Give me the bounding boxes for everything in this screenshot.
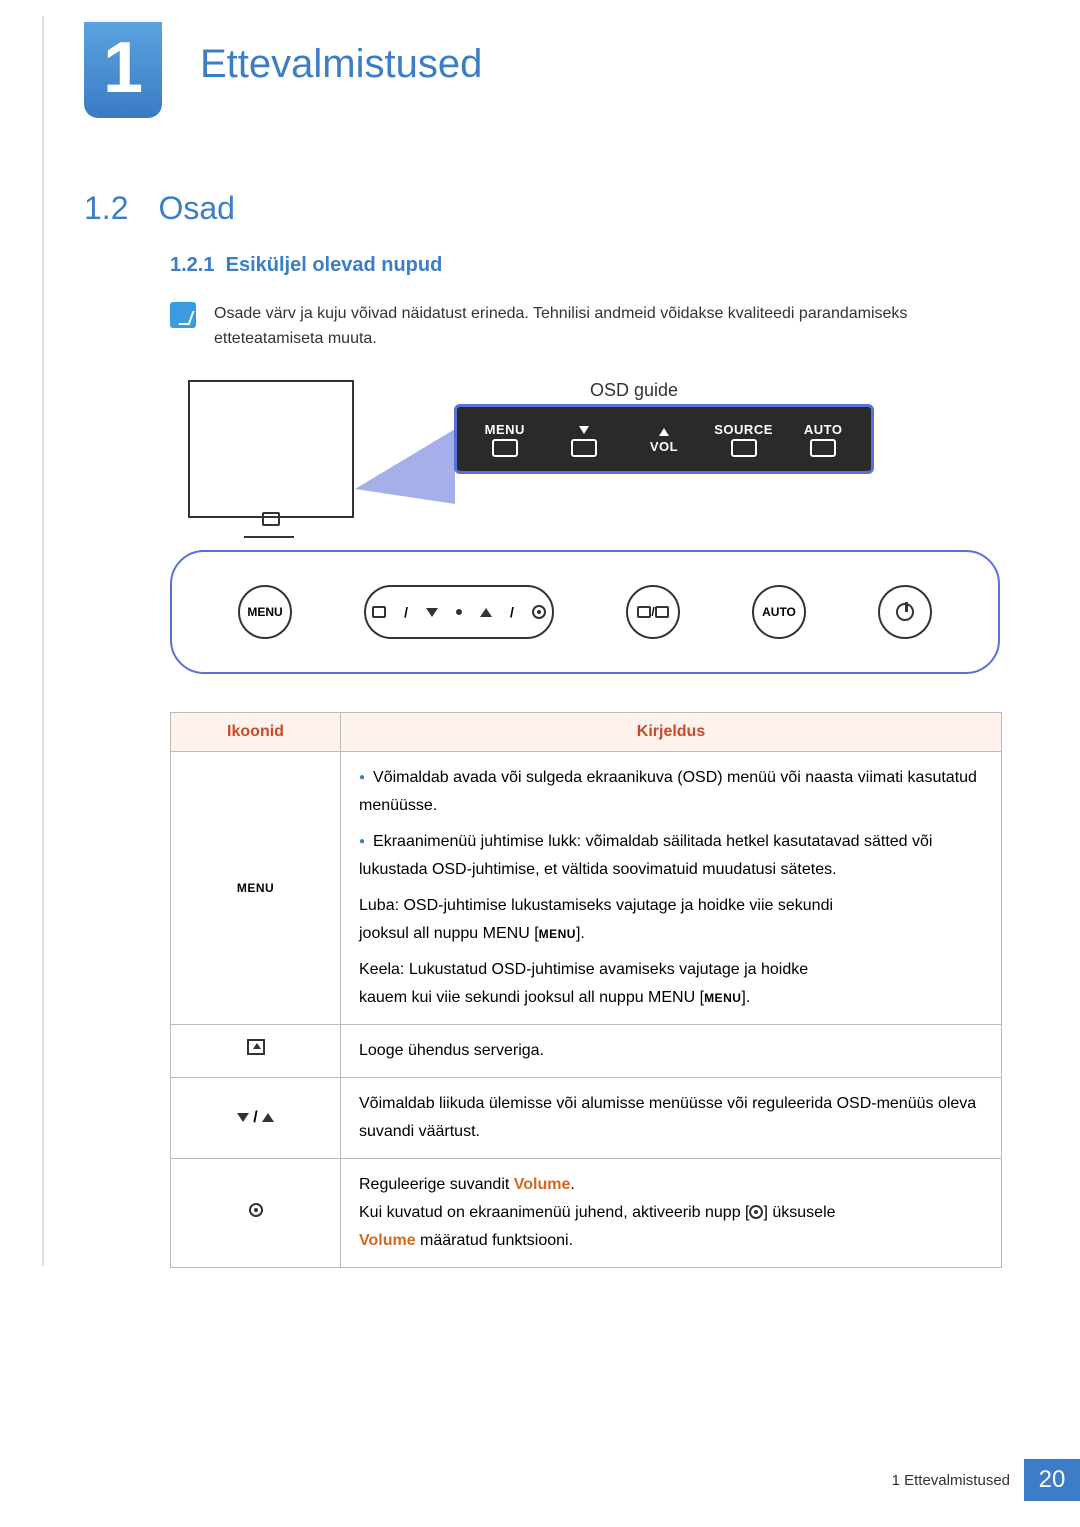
up-down-icon: / [237, 1104, 273, 1132]
icon-cell-menu: MENU [171, 752, 341, 1025]
menu-enable-line1: Luba: OSD-juhtimise lukustamiseks vajuta… [359, 892, 983, 920]
table-row: Reguleerige suvandit Volume. Kui kuvatud… [171, 1159, 1002, 1268]
menu-inline-icon: MENU [704, 991, 741, 1005]
menu-icon [492, 439, 518, 457]
subsection-heading: 1.2.1 Esiküljel olevad nupud [170, 254, 442, 277]
table-header-desc: Kirjeldus [341, 713, 1002, 752]
triangle-up-icon [262, 1113, 274, 1122]
table-row: / Võimaldab liikuda ülemisse või alumiss… [171, 1078, 1002, 1159]
icons-description-table: Ikoonid Kirjeldus MENU ●Võimaldab avada … [170, 712, 1002, 1268]
auto-icon [810, 439, 836, 457]
target-icon [249, 1203, 263, 1217]
menu-enable-line2a: jooksul all nuppu MENU [ [359, 925, 539, 942]
enter-square-icon [655, 606, 669, 618]
monitor-illustration [188, 380, 354, 518]
menu-desc-bullet1: Võimaldab avada või sulgeda ekraanikuva … [359, 769, 977, 814]
icon-cell-server [171, 1025, 341, 1078]
callout-auto: AUTO [783, 422, 863, 457]
power-icon [896, 603, 914, 621]
icon-cell-updown: / [171, 1078, 341, 1159]
triangle-down-icon [579, 426, 589, 434]
osd-guide-label: OSD guide [590, 380, 678, 401]
callout-vol-label: VOL [624, 439, 704, 454]
section-number: 1.2 [84, 190, 128, 226]
panel-nav-pill: / / [364, 585, 554, 639]
note-text: Osade värv ja kuju võivad näidatust erin… [214, 302, 1000, 352]
callout-vol: VOL [624, 424, 704, 454]
chapter-number-tab: 1 [84, 22, 162, 118]
monitor-stand-illustration [244, 520, 294, 538]
led-indicator-icon [456, 609, 462, 615]
footer-page-number: 20 [1024, 1459, 1080, 1501]
server-connect-icon [372, 606, 386, 618]
panel-source-button: / [626, 585, 680, 639]
triangle-up-icon [659, 428, 669, 436]
source-square-icon [637, 606, 651, 618]
target-line2b: ] üksusele [763, 1204, 835, 1221]
table-row: Looge ühendus serveriga. [171, 1025, 1002, 1078]
chapter-title: Ettevalmistused [200, 42, 482, 87]
target-inline-icon [749, 1205, 763, 1219]
front-button-panel: MENU / / / AUTO [170, 550, 1000, 674]
target-line2a: Kui kuvatud on ekraanimenüü juhend, akti… [359, 1204, 749, 1221]
target-line1b: . [570, 1176, 574, 1193]
section-title: Osad [158, 190, 234, 226]
subsection-number: 1.2.1 [170, 254, 214, 276]
triangle-down-icon [426, 608, 438, 617]
volume-highlight: Volume [359, 1232, 416, 1249]
note-block: Osade värv ja kuju võivad näidatust erin… [170, 302, 1000, 352]
desc-cell-updown: Võimaldab liikuda ülemisse või alumisse … [341, 1078, 1002, 1159]
menu-disable-line1: Keela: Lukustatud OSD-juhtimise avamisek… [359, 956, 983, 984]
osd-callout: MENU VOL SOURCE AUTO [454, 404, 874, 474]
panel-menu-label: MENU [247, 605, 282, 619]
bullet-icon: ● [359, 772, 365, 783]
server-connect-icon [247, 1039, 265, 1055]
panel-menu-button: MENU [238, 585, 292, 639]
panel-power-button [878, 585, 932, 639]
callout-menu-label: MENU [465, 422, 545, 437]
page-footer: 1 Ettevalmistused 20 [892, 1459, 1080, 1501]
note-icon [170, 302, 196, 328]
panel-auto-label: AUTO [762, 605, 796, 619]
volume-highlight: Volume [514, 1176, 571, 1193]
footer-chapter-ref: 1 Ettevalmistused [892, 1472, 1010, 1489]
enter-icon [731, 439, 757, 457]
target-line3: määratud funktsiooni. [416, 1232, 573, 1249]
menu-disable-line2a: kauem kui viie sekundi jooksul all nuppu… [359, 989, 704, 1006]
target-line1a: Reguleerige suvandit [359, 1176, 514, 1193]
bullet-icon: ● [359, 836, 365, 847]
table-row: MENU ●Võimaldab avada või sulgeda ekraan… [171, 752, 1002, 1025]
menu-enable-line2b: ]. [576, 925, 585, 942]
panel-auto-button: AUTO [752, 585, 806, 639]
callout-pointer [355, 429, 455, 504]
desc-cell-menu: ●Võimaldab avada või sulgeda ekraanikuva… [341, 752, 1002, 1025]
desc-cell-server: Looge ühendus serveriga. [341, 1025, 1002, 1078]
callout-down [545, 422, 625, 457]
buttons-diagram: OSD guide MENU VOL SOURCE AUTO MENU / / [170, 360, 1000, 700]
icon-cell-target [171, 1159, 341, 1268]
table-header-icons: Ikoonid [171, 713, 341, 752]
triangle-up-icon [480, 608, 492, 617]
target-icon [532, 605, 546, 619]
menu-disable-line2b: ]. [741, 989, 750, 1006]
menu-inline-icon: MENU [539, 927, 576, 941]
menu-desc-bullet2: Ekraanimenüü juhtimise lukk: võimaldab s… [359, 833, 932, 878]
menu-label-icon: MENU [237, 881, 274, 895]
down-box-icon [571, 439, 597, 457]
callout-source-label: SOURCE [704, 422, 784, 437]
desc-cell-target: Reguleerige suvandit Volume. Kui kuvatud… [341, 1159, 1002, 1268]
callout-auto-label: AUTO [783, 422, 863, 437]
triangle-down-icon [237, 1113, 249, 1122]
section-heading: 1.2 Osad [84, 190, 235, 227]
callout-menu: MENU [465, 422, 545, 457]
subsection-title: Esiküljel olevad nupud [226, 254, 443, 276]
callout-source: SOURCE [704, 422, 784, 457]
